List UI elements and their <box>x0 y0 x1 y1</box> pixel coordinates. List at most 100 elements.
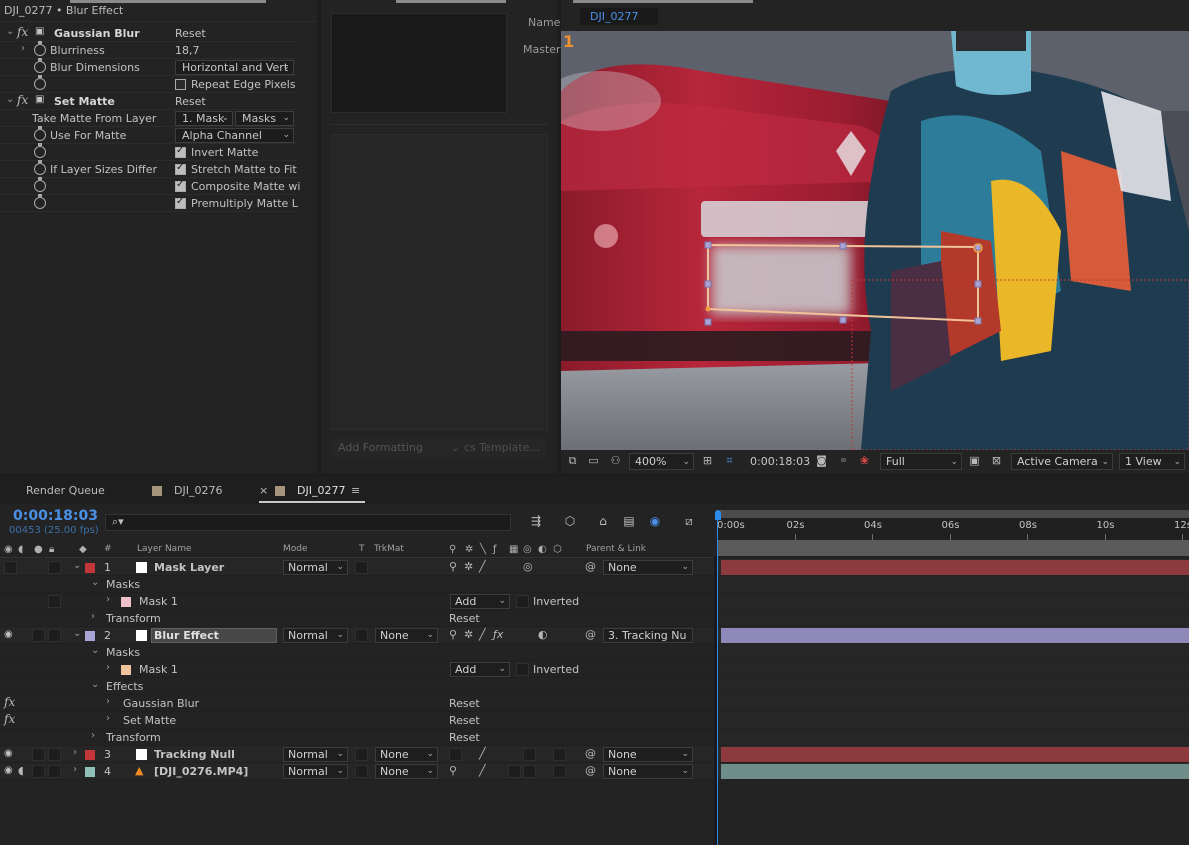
eye-icon[interactable]: ◉ <box>4 629 13 640</box>
poster-frame-preview[interactable] <box>331 13 507 113</box>
stretch-matte-checkbox[interactable] <box>175 162 186 175</box>
label-color-chip[interactable] <box>85 767 95 777</box>
frame-blend-switch-icon[interactable]: ▦ <box>509 544 518 555</box>
blend-mode-dropdown[interactable]: Normal ⌄ <box>283 628 348 643</box>
chevron-right-icon[interactable]: › <box>91 730 95 741</box>
time-navigator[interactable] <box>717 540 1189 556</box>
chevron-down-icon[interactable]: ⌄ <box>91 645 99 656</box>
invert-matte-checkbox[interactable] <box>175 145 186 158</box>
add-formatting-button[interactable]: Add Formatting ⌄ cs Template... <box>331 438 547 458</box>
solo-switch[interactable] <box>32 765 45 778</box>
take-matte-source-dropdown[interactable]: Masks ⌄ <box>235 111 294 126</box>
current-time-indicator[interactable] <box>715 510 721 845</box>
shy-layers-icon[interactable]: ⌂ <box>594 514 612 529</box>
track-matte-dropdown[interactable]: None ⌄ <box>375 628 438 643</box>
pick-whip-icon[interactable]: @ <box>585 628 596 641</box>
set-matte-row[interactable]: fx › Set Matte Reset <box>0 712 714 729</box>
color-channels-icon[interactable]: ❀ <box>858 455 871 467</box>
effect-name[interactable]: Set Matte <box>123 714 176 727</box>
stopwatch-icon[interactable] <box>34 143 46 158</box>
vr-glasses-icon[interactable]: ⚇ <box>609 455 622 467</box>
shy-switch-icon[interactable]: ⚲ <box>449 628 457 641</box>
chevron-down-icon[interactable]: ⌄ <box>91 679 99 690</box>
comp-mini-flowchart-icon[interactable]: ⇶ <box>527 514 545 529</box>
composite-matte-checkbox[interactable] <box>175 179 186 192</box>
mask-mode-dropdown[interactable]: Add ⌄ <box>450 594 510 609</box>
stopwatch-icon[interactable] <box>34 194 46 209</box>
mask-overlay[interactable] <box>561 31 1189 450</box>
playhead-handle[interactable] <box>715 510 721 520</box>
label-tag-icon[interactable]: ◆ <box>79 544 87 555</box>
parent-dropdown[interactable]: None ⌄ <box>603 560 693 575</box>
blur-dimensions-dropdown[interactable]: Horizontal and Vert ⌄ <box>175 60 294 75</box>
mode-header[interactable]: Mode <box>283 544 308 554</box>
premultiply-matte-checkbox[interactable] <box>175 196 186 209</box>
lock-switch[interactable] <box>48 629 61 642</box>
graph-editor-icon[interactable]: ⧄ <box>680 514 698 529</box>
track-matte-dropdown[interactable]: None ⌄ <box>375 747 438 762</box>
mask-name[interactable]: Mask 1 <box>139 595 178 608</box>
snapshot-icon[interactable]: ◙ <box>815 455 828 467</box>
region-of-interest-icon[interactable]: ▣ <box>968 455 981 467</box>
gaussian-reset-button[interactable]: Reset <box>449 697 480 710</box>
shy-switch[interactable] <box>449 748 462 761</box>
motion-blur-icon[interactable]: ◉ <box>646 514 664 529</box>
templates-label[interactable]: cs Template... <box>464 438 540 458</box>
lock-switch[interactable] <box>48 748 61 761</box>
motion-blur-switch[interactable] <box>523 765 536 778</box>
preserve-transparency-switch[interactable] <box>355 765 368 778</box>
3d-switch[interactable] <box>553 765 566 778</box>
stopwatch-icon[interactable] <box>34 75 46 90</box>
frame-blend-switch[interactable] <box>508 765 521 778</box>
mask-1-row[interactable]: › Mask 1 Add ⌄ Inverted <box>0 661 714 678</box>
layer-4-duration-bar[interactable] <box>721 764 1189 779</box>
quality-switch-icon[interactable]: ╱ <box>479 764 486 777</box>
eye-icon[interactable]: ◉ <box>4 544 13 555</box>
fx-switch-icon[interactable]: ƒ <box>493 544 497 555</box>
parent-dropdown[interactable]: None ⌄ <box>603 747 693 762</box>
collapse-switch-icon[interactable]: ✲ <box>465 544 473 555</box>
masks-group-row[interactable]: ⌄ Masks <box>0 576 714 593</box>
chevron-right-icon[interactable]: › <box>73 747 77 758</box>
track-matte-dropdown[interactable]: None ⌄ <box>375 764 438 779</box>
properties-area[interactable] <box>331 134 548 430</box>
chevron-right-icon[interactable]: › <box>106 713 110 724</box>
shy-switch-icon[interactable]: ⚲ <box>449 544 456 555</box>
parent-dropdown[interactable]: 3. Tracking Nu <box>603 628 693 643</box>
inverted-checkbox[interactable] <box>516 595 529 608</box>
pick-whip-icon[interactable]: @ <box>585 560 596 573</box>
chevron-right-icon[interactable]: › <box>106 594 110 605</box>
pick-whip-icon[interactable]: @ <box>585 747 596 760</box>
solo-icon[interactable]: ● <box>34 544 43 555</box>
fx-icon[interactable]: fx <box>4 695 15 709</box>
monitor-icon[interactable]: ▭ <box>587 455 600 467</box>
collapse-switch-icon[interactable]: ✲ <box>464 628 473 641</box>
video-switch[interactable] <box>4 561 17 574</box>
label-color-chip[interactable] <box>85 563 95 573</box>
set-matte-reset-button[interactable]: Reset <box>175 95 206 108</box>
use-for-matte-dropdown[interactable]: Alpha Channel ⌄ <box>175 128 294 143</box>
close-icon[interactable]: × <box>259 484 268 497</box>
composition-canvas[interactable]: 1 <box>561 31 1189 450</box>
chevron-down-icon[interactable]: ⌄ <box>6 26 14 37</box>
layer-name[interactable]: Tracking Null <box>154 748 235 761</box>
current-time-display[interactable]: 0:00:18:03 <box>13 508 98 524</box>
inverted-checkbox[interactable] <box>516 663 529 676</box>
mask-mode-dropdown[interactable]: Add ⌄ <box>450 662 510 677</box>
layer-row-blur-effect[interactable]: ◉ ⌄ 2 Blur Effect Normal ⌄ None ⌄ ⚲ ✲ ╱ ƒx… <box>0 627 714 644</box>
layer-row-tracking-null[interactable]: ◉ › 3 Tracking Null Normal ⌄ None ⌄ ╱ @ No… <box>0 746 714 763</box>
gaussian-blur-row[interactable]: fx › Gaussian Blur Reset <box>0 695 714 712</box>
stopwatch-icon[interactable] <box>34 58 46 73</box>
lock-switch[interactable] <box>48 595 61 608</box>
layer-name[interactable]: Mask Layer <box>154 561 224 574</box>
quality-switch-icon[interactable]: ╲ <box>480 544 486 555</box>
mask-color-chip[interactable] <box>121 665 131 675</box>
adjustment-switch-icon[interactable]: ◐ <box>538 628 548 641</box>
tab-dji-0276[interactable]: DJI_0276 <box>174 484 222 497</box>
always-preview-icon[interactable]: ⧉ <box>566 455 579 467</box>
fx-icon[interactable]: fx <box>17 25 28 39</box>
adjustment-switch-icon[interactable]: ◐ <box>538 544 547 555</box>
layer-name-header[interactable]: Layer Name <box>137 544 192 554</box>
shy-switch-icon[interactable]: ⚲ <box>449 764 457 777</box>
eye-icon[interactable]: ◉ <box>4 748 13 759</box>
